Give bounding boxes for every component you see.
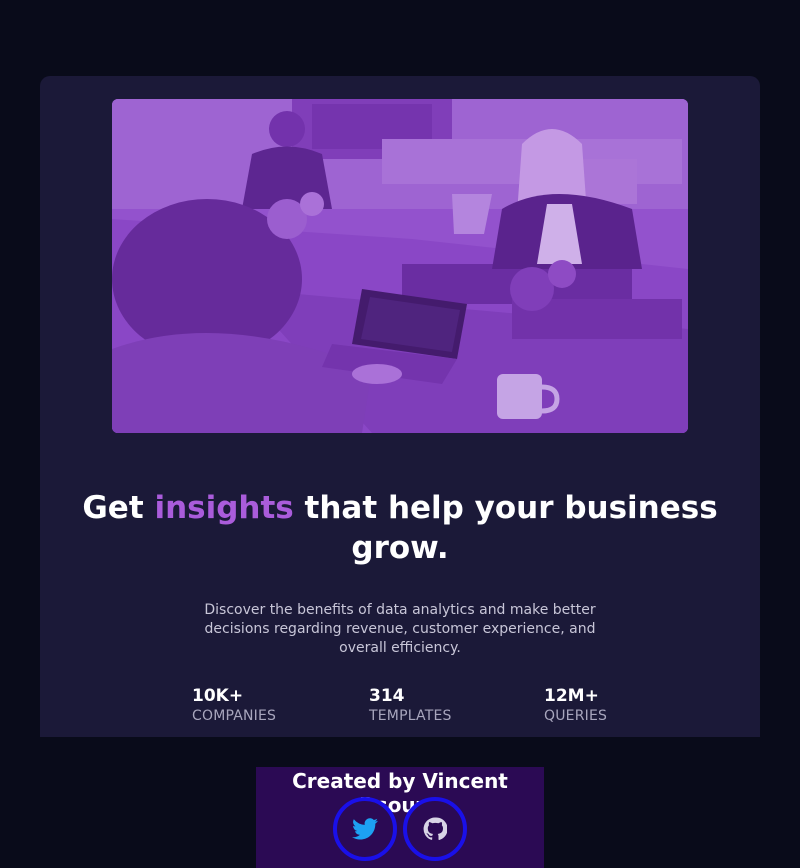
headline-start: Get — [82, 490, 155, 526]
stat-value: 314 — [369, 686, 405, 706]
github-link[interactable] — [403, 797, 467, 861]
footer-credit: Created by Vincent Dsouza — [292, 769, 508, 817]
twitter-icon — [352, 818, 378, 840]
page-title: Get insights that help your business gro… — [40, 488, 760, 568]
stat-label: Queries — [544, 708, 608, 724]
feature-card: Get insights that help your business gro… — [40, 76, 760, 737]
attribution-footer: Created by Vincent Dsouza — [256, 767, 544, 868]
twitter-link[interactable] — [333, 797, 397, 861]
stat-label: Companies — [192, 708, 277, 724]
stat-templates: 314 Templates — [369, 685, 452, 725]
hero-image — [112, 99, 688, 433]
headline-accent: insights — [154, 490, 294, 526]
headline-end: that help your business grow. — [293, 490, 718, 566]
stat-value: 12M+ — [544, 686, 599, 706]
stat-label: Templates — [369, 708, 452, 724]
stat-value: 10K+ — [192, 686, 244, 706]
description: Discover the benefits of data analytics … — [204, 602, 596, 656]
stat-queries: 12M+ Queries — [544, 685, 607, 725]
stat-companies: 10K+ Companies — [192, 685, 276, 725]
github-icon — [423, 817, 447, 841]
